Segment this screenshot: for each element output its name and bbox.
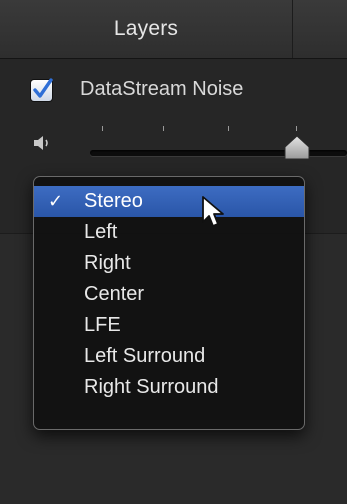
layer-name: DataStream Noise <box>80 78 244 100</box>
slider-tick <box>163 126 164 131</box>
tab-layers[interactable]: Layers <box>0 0 293 58</box>
tab-empty[interactable] <box>293 0 347 58</box>
menu-item-label: Left Surround <box>84 345 206 367</box>
layers-panel: Layers DataStream Noise ✓ Stereo Left Ri… <box>0 0 347 504</box>
checkmark-icon <box>33 78 53 98</box>
volume-row <box>0 121 347 171</box>
menu-item-center[interactable]: Center <box>34 279 304 310</box>
menu-item-label: Right Surround <box>84 376 219 398</box>
slider-tick <box>102 126 103 131</box>
menu-item-label: Left <box>84 221 118 243</box>
menu-item-label: Center <box>84 283 145 305</box>
layer-enable-checkbox[interactable] <box>31 78 53 101</box>
panel-header: Layers <box>0 0 347 59</box>
mouse-pointer-icon <box>202 196 224 227</box>
menu-item-right[interactable]: Right <box>34 248 304 279</box>
menu-item-label: LFE <box>84 314 121 336</box>
slider-tick <box>296 126 297 131</box>
layer-row[interactable]: DataStream Noise <box>0 59 347 121</box>
menu-checkmark-icon: ✓ <box>48 191 64 211</box>
menu-item-left-surround[interactable]: Left Surround <box>34 341 304 372</box>
channel-dropdown-menu: ✓ Stereo Left Right Center LFE Left Surr… <box>33 176 305 430</box>
menu-item-right-surround[interactable]: Right Surround <box>34 372 304 403</box>
menu-item-stereo[interactable]: ✓ Stereo <box>34 186 304 217</box>
menu-item-lfe[interactable]: LFE <box>34 310 304 341</box>
volume-slider-knob[interactable] <box>282 135 312 161</box>
menu-item-label: Right <box>84 252 131 274</box>
menu-item-left[interactable]: Left <box>34 217 304 248</box>
slider-tick <box>228 126 229 131</box>
speaker-icon <box>34 136 48 150</box>
menu-item-label: Stereo <box>84 190 143 212</box>
tab-layers-label: Layers <box>113 17 179 40</box>
